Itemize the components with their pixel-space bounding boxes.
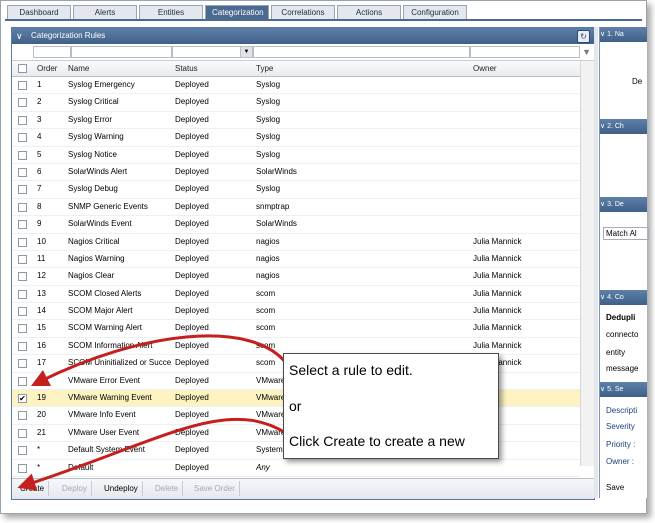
app-window: Dashboard Alerts Entities Categorization… <box>0 0 649 514</box>
instruction-callout: Select a rule to edit. or Click Create t… <box>283 353 499 459</box>
callout-line-1: Select a rule to edit. <box>289 362 413 378</box>
arrow-to-create-button <box>17 417 287 491</box>
arrow-to-selected-row <box>30 334 288 387</box>
callout-line-2: or <box>289 398 302 414</box>
callout-line-3: Click Create to create a new <box>289 433 465 449</box>
